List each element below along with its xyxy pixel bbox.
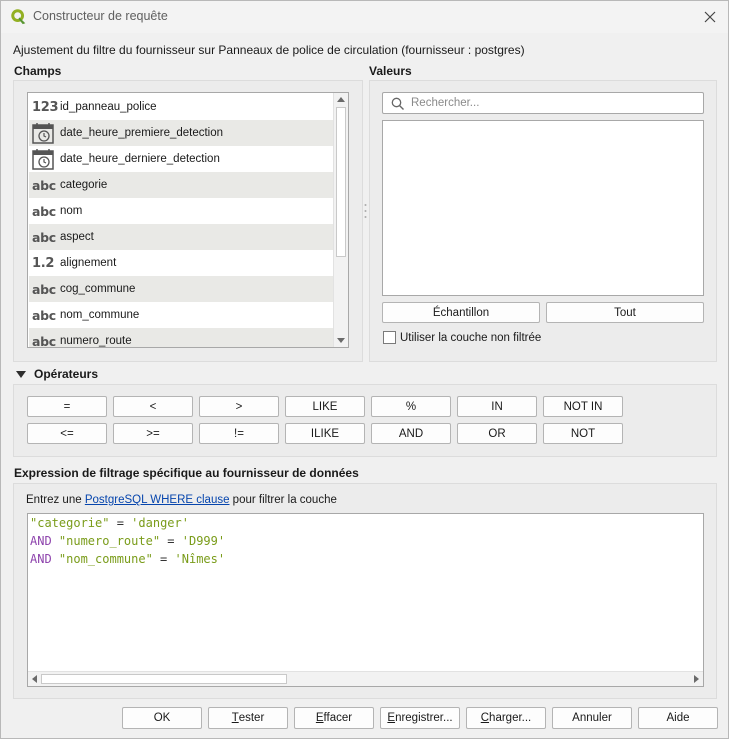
operator-equal-button[interactable]: = xyxy=(27,396,107,417)
splitter-handle[interactable] xyxy=(364,201,367,221)
operator-greater-equal-button[interactable]: >= xyxy=(113,423,193,444)
filter-description: Ajustement du filtre du fournisseur sur … xyxy=(13,43,525,57)
values-search-box[interactable] xyxy=(382,92,704,114)
fields-list[interactable]: 123 id_panneau_police date_heure_premier… xyxy=(27,92,349,348)
operator-ilike-button[interactable]: ILIKE xyxy=(285,423,365,444)
use-unfiltered-layer-label: Utiliser la couche non filtrée xyxy=(400,332,542,344)
field-name: categorie xyxy=(60,179,108,191)
qgis-logo-icon xyxy=(11,9,26,25)
list-item[interactable]: 123 id_panneau_police xyxy=(29,94,334,120)
field-name: date_heure_derniere_detection xyxy=(60,153,220,165)
field-name: aspect xyxy=(60,231,94,243)
string-type-icon: abc xyxy=(32,229,56,245)
window-title: Constructeur de requête xyxy=(33,9,168,23)
list-item[interactable]: abc aspect xyxy=(29,224,334,250)
editor-horizontal-scrollbar[interactable] xyxy=(28,671,703,686)
string-type-icon: abc xyxy=(32,307,56,323)
datetime-type-icon xyxy=(29,120,57,146)
scroll-down-icon[interactable] xyxy=(337,338,345,343)
datetime-type-icon xyxy=(29,146,57,172)
field-name: numero_route xyxy=(60,335,132,347)
list-item[interactable]: date_heure_premiere_detection xyxy=(29,120,334,146)
operator-not-button[interactable]: NOT xyxy=(543,423,623,444)
postgresql-where-clause-link[interactable]: PostgreSQL WHERE clause xyxy=(85,494,230,506)
search-icon xyxy=(391,97,404,110)
load-button[interactable]: Charger... xyxy=(466,707,546,729)
use-unfiltered-layer-checkbox[interactable] xyxy=(383,331,396,344)
list-item[interactable]: 1.2 alignement xyxy=(29,250,334,276)
scrollbar-thumb[interactable] xyxy=(41,674,287,684)
sql-expression-editor[interactable]: "categorie" = 'danger' AND "numero_route… xyxy=(27,513,704,687)
fields-vertical-scrollbar[interactable] xyxy=(333,93,348,347)
decimal-type-icon: 1.2 xyxy=(32,255,55,271)
help-button[interactable]: Aide xyxy=(638,707,718,729)
operator-percent-button[interactable]: % xyxy=(371,396,451,417)
operator-greater-button[interactable]: > xyxy=(199,396,279,417)
list-item[interactable]: abc categorie xyxy=(29,172,334,198)
list-item[interactable]: abc cog_commune xyxy=(29,276,334,302)
code-line: AND "numero_route" = 'D999' xyxy=(30,534,226,548)
operator-not-in-button[interactable]: NOT IN xyxy=(543,396,623,417)
string-type-icon: abc xyxy=(32,203,56,219)
string-type-icon: abc xyxy=(32,333,56,348)
collapse-arrow-icon[interactable] xyxy=(16,371,26,378)
values-list[interactable] xyxy=(382,120,704,296)
expression-help: Entrez une PostgreSQL WHERE clause pour … xyxy=(26,494,337,506)
operator-and-button[interactable]: AND xyxy=(371,423,451,444)
string-type-icon: abc xyxy=(32,281,56,297)
fields-group-title: Champs xyxy=(14,64,62,78)
field-name: date_heure_premiere_detection xyxy=(60,127,224,139)
field-name: id_panneau_police xyxy=(60,101,157,113)
field-name: alignement xyxy=(60,257,117,269)
operator-less-equal-button[interactable]: <= xyxy=(27,423,107,444)
string-type-icon: abc xyxy=(32,177,56,193)
clear-button[interactable]: Effacer xyxy=(294,707,374,729)
operator-in-button[interactable]: IN xyxy=(457,396,537,417)
values-group-title: Valeurs xyxy=(369,64,412,78)
all-button[interactable]: Tout xyxy=(546,302,704,323)
scroll-right-icon[interactable] xyxy=(694,675,699,683)
operator-or-button[interactable]: OR xyxy=(457,423,537,444)
operator-less-button[interactable]: < xyxy=(113,396,193,417)
operators-group-title[interactable]: Opérateurs xyxy=(34,367,98,381)
list-item[interactable]: date_heure_derniere_detection xyxy=(29,146,334,172)
operators-groupbox xyxy=(13,384,717,457)
scroll-left-icon[interactable] xyxy=(32,675,37,683)
scroll-up-icon[interactable] xyxy=(337,97,345,102)
scrollbar-thumb[interactable] xyxy=(336,107,346,257)
list-item[interactable]: abc nom xyxy=(29,198,334,224)
help-suffix: pour filtrer la couche xyxy=(229,494,337,506)
code-line: AND "nom_commune" = 'Nîmes' xyxy=(30,552,226,566)
help-prefix: Entrez une xyxy=(26,494,85,506)
list-item[interactable]: abc nom_commune xyxy=(29,302,334,328)
ok-button[interactable]: OK xyxy=(122,707,202,729)
test-button[interactable]: Tester xyxy=(208,707,288,729)
operator-not-equal-button[interactable]: != xyxy=(199,423,279,444)
save-button[interactable]: Enregistrer... xyxy=(380,707,460,729)
title-bar: Constructeur de requête xyxy=(1,1,728,33)
close-icon xyxy=(704,11,716,23)
cancel-button[interactable]: Annuler xyxy=(552,707,632,729)
field-name: nom_commune xyxy=(60,309,140,321)
expression-group-title: Expression de filtrage spécifique au fou… xyxy=(14,466,359,480)
list-item[interactable]: abc numero_route xyxy=(29,328,334,348)
operator-like-button[interactable]: LIKE xyxy=(285,396,365,417)
values-search-input[interactable] xyxy=(409,95,699,111)
sample-button[interactable]: Échantillon xyxy=(382,302,540,323)
code-line: "categorie" = 'danger' xyxy=(30,516,189,530)
integer-type-icon: 123 xyxy=(32,99,59,115)
field-name: cog_commune xyxy=(60,283,136,295)
close-button[interactable] xyxy=(700,7,720,27)
field-name: nom xyxy=(60,205,83,217)
query-builder-dialog: Constructeur de requête Ajustement du fi… xyxy=(0,0,729,739)
